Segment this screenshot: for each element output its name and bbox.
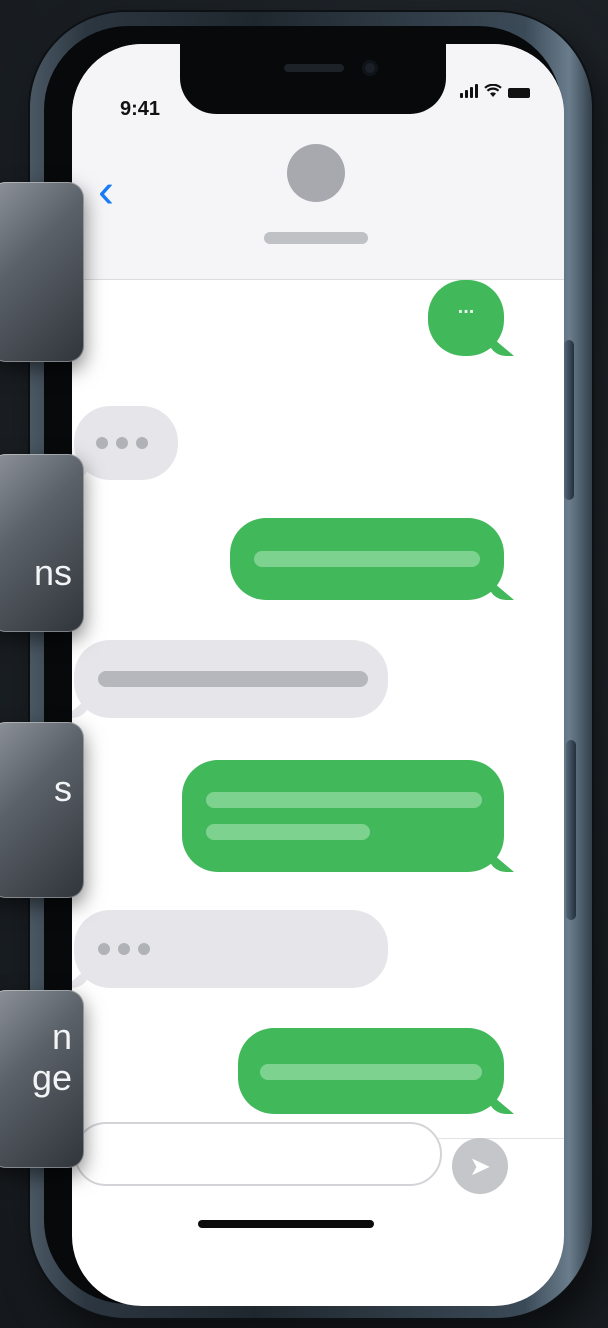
wifi-icon: [484, 84, 502, 97]
side-card-label: ns: [33, 552, 72, 593]
phone-screen: 9:41 ‹ ... ➤: [72, 44, 564, 1306]
earpiece-speaker: [284, 64, 344, 72]
status-time: 9:41: [120, 98, 161, 120]
message-bubble-received[interactable]: [74, 910, 388, 988]
side-button-bottom: [566, 740, 576, 920]
message-text-placeholder: [206, 824, 370, 840]
send-arrow-icon[interactable]: ➤: [452, 1138, 508, 1194]
front-camera: [362, 60, 378, 76]
status-icons: [460, 84, 530, 98]
phone-notch: [180, 44, 446, 114]
contact-avatar[interactable]: [287, 144, 345, 202]
message-text: ...: [457, 296, 475, 318]
message-bubble-sent[interactable]: [182, 760, 504, 872]
cellular-signal-icon: [460, 84, 478, 98]
message-bubble-received[interactable]: [74, 640, 388, 718]
side-card-label: n ge: [31, 1016, 72, 1099]
message-text-placeholder: [206, 792, 482, 808]
typing-indicator-dots: [98, 943, 150, 955]
contact-name-placeholder[interactable]: [264, 232, 368, 244]
side-card: [0, 182, 84, 362]
message-bubble-received[interactable]: [74, 406, 178, 480]
side-button-top: [564, 340, 574, 500]
message-bubble-sent[interactable]: [238, 1028, 504, 1114]
side-card: ns: [0, 454, 84, 632]
message-text-placeholder: [260, 1064, 482, 1080]
home-indicator[interactable]: [198, 1220, 374, 1228]
battery-icon: [508, 88, 530, 98]
message-input[interactable]: [74, 1122, 442, 1186]
chevron-left-icon[interactable]: ‹: [98, 168, 114, 216]
side-card-label: s: [54, 768, 72, 809]
typing-indicator-dots: [96, 437, 148, 449]
side-card: n ge: [0, 990, 84, 1168]
message-text-placeholder: [98, 671, 368, 687]
message-text-placeholder: [254, 551, 480, 567]
message-bubble-sent[interactable]: ...: [428, 280, 504, 356]
side-card: s: [0, 722, 84, 898]
message-bubble-sent[interactable]: [230, 518, 504, 600]
